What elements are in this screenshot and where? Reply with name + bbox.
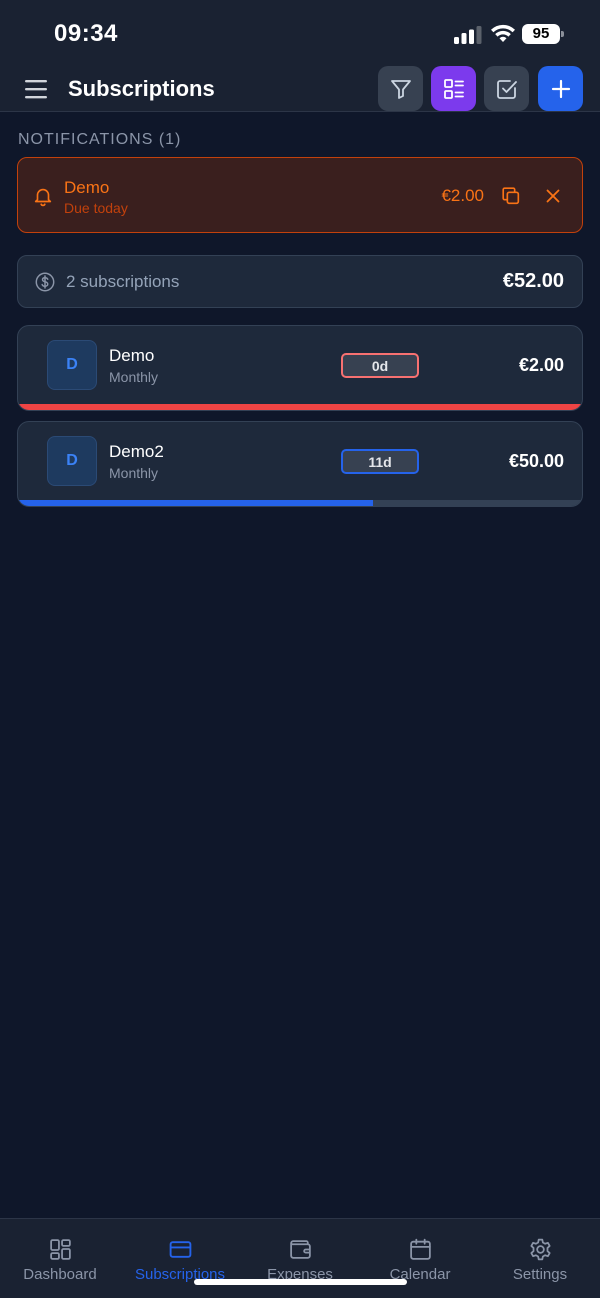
subscription-amount: €50.00 [508,451,564,471]
close-icon[interactable] [542,185,564,207]
notification-title: Demo [64,178,110,197]
subscription-name: Demo [109,346,155,365]
list-view-icon [443,78,464,99]
tab-subscriptions[interactable]: Subscriptions [120,1219,240,1298]
progress-fill [18,500,374,506]
wifi-icon [491,24,515,42]
tab-settings[interactable]: Settings [480,1219,600,1298]
page-title: Subscriptions [68,76,215,101]
notification-subtitle: Due today [64,200,128,216]
credit-card-icon [169,1241,192,1258]
billing-cycle: Monthly [109,465,159,481]
summary-bar: 2 subscriptions €52.00 [17,255,583,308]
tab-expenses[interactable]: Expenses [240,1219,360,1298]
filter-button[interactable] [378,66,423,111]
tab-calendar[interactable]: Calendar [360,1219,480,1298]
tab-label: Dashboard [23,1266,97,1283]
gear-icon [530,1238,551,1261]
select-button[interactable] [484,66,529,111]
billing-cycle: Monthly [109,369,159,385]
dashboard-icon [50,1239,71,1260]
tab-label: Settings [512,1266,568,1283]
tab-bar: Dashboard Subscriptions Expenses Calenda… [0,1218,600,1298]
filter-icon [390,79,411,99]
subscription-amount: €2.00 [518,355,564,375]
progress-track [18,500,582,506]
status-time: 09:34 [54,20,118,47]
days-remaining-badge: 11d [341,449,419,474]
home-indicator [194,1279,407,1285]
calendar-icon [410,1238,431,1260]
wallet-icon [290,1240,311,1259]
progress-track [18,404,582,410]
battery-indicator: 95 [522,24,564,44]
copy-icon[interactable] [500,185,522,207]
bell-icon [34,188,52,207]
subscription-count: 2 subscriptions [66,272,180,291]
dollar-circle-icon [35,272,55,292]
tab-dashboard[interactable]: Dashboard [0,1219,120,1298]
plus-icon [551,79,570,98]
notifications-heading: NOTIFICATIONS (1) [18,131,182,148]
progress-fill [18,404,582,410]
notification-amount: €2.00 [441,186,484,205]
notification-card[interactable]: Demo Due today €2.00 [17,157,583,233]
status-bar: 09:34 95 [0,0,600,64]
cellular-signal-icon [454,26,482,44]
checkbox-icon [496,79,517,99]
subscription-card[interactable]: D Demo2 Monthly 11d €50.00 [17,421,583,507]
days-remaining-badge: 0d [341,353,419,378]
avatar: D [47,436,97,486]
hamburger-menu-icon[interactable] [24,78,50,100]
add-subscription-button[interactable] [538,66,583,111]
list-view-button[interactable] [431,66,476,111]
subscription-card[interactable]: D Demo Monthly 0d €2.00 [17,325,583,411]
subscription-name: Demo2 [109,442,164,461]
avatar: D [47,340,97,390]
subscription-total: €52.00 [502,270,564,292]
